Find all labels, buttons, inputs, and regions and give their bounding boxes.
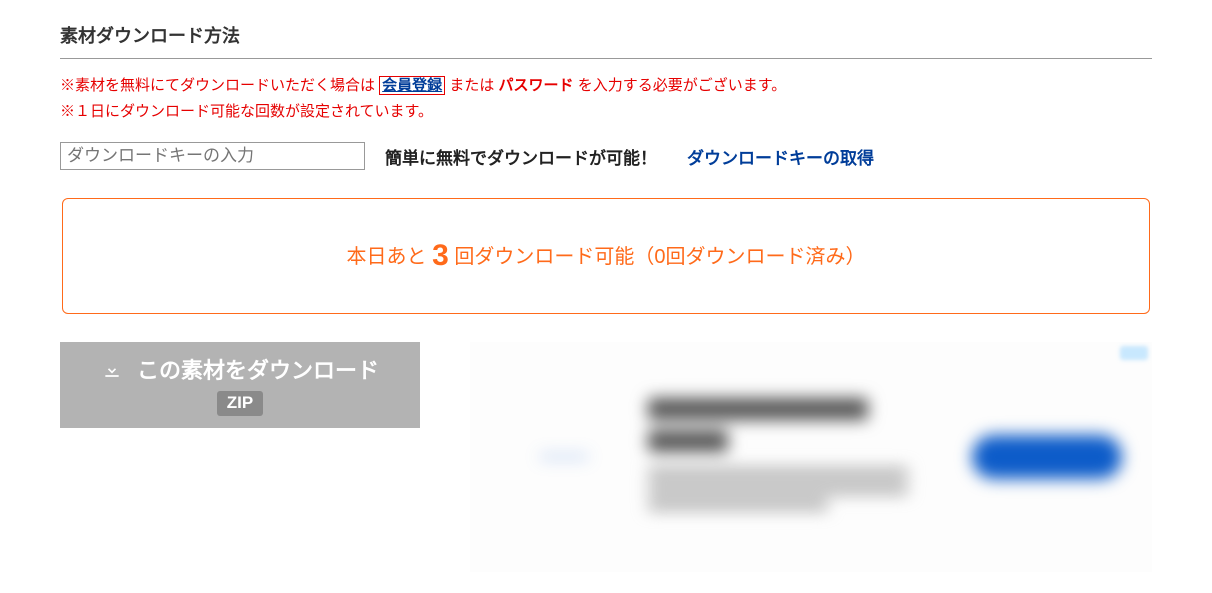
register-link[interactable]: 会員登録 <box>379 76 445 95</box>
download-icon <box>101 358 129 383</box>
download-format-badge: ZIP <box>217 391 263 416</box>
section-heading: 素材ダウンロード方法 <box>60 22 1152 59</box>
notice-password: パスワード <box>499 77 574 94</box>
notice-text: ※素材を無料にてダウンロードいただく場合は 会員登録 または パスワード を入力… <box>60 73 1152 124</box>
get-download-key-link[interactable]: ダウンロードキーの取得 <box>687 144 874 169</box>
quota-count: 3 <box>432 239 449 272</box>
quota-before: 本日あと <box>347 246 433 268</box>
quota-after: 回ダウンロード可能（0回ダウンロード済み） <box>449 246 866 268</box>
notice-prefix: ※素材を無料にてダウンロードいただく場合は <box>60 77 379 94</box>
download-button-label: この素材をダウンロード <box>137 358 379 383</box>
advertisement[interactable]: ——— <box>470 342 1152 572</box>
download-key-row: 簡単に無料でダウンロードが可能！ ダウンロードキーの取得 <box>60 142 1152 170</box>
download-material-button[interactable]: この素材をダウンロード ZIP <box>60 342 420 428</box>
notice-line2: ※１日にダウンロード可能な回数が設定されています。 <box>60 99 1152 125</box>
notice-mid: または <box>445 77 498 94</box>
download-key-input[interactable] <box>60 142 365 170</box>
quota-status-box: 本日あと 3 回ダウンロード可能（0回ダウンロード済み） <box>62 198 1150 314</box>
download-key-info: 簡単に無料でダウンロードが可能！ <box>385 144 657 169</box>
notice-suffix: を入力する必要がございます。 <box>574 77 787 94</box>
